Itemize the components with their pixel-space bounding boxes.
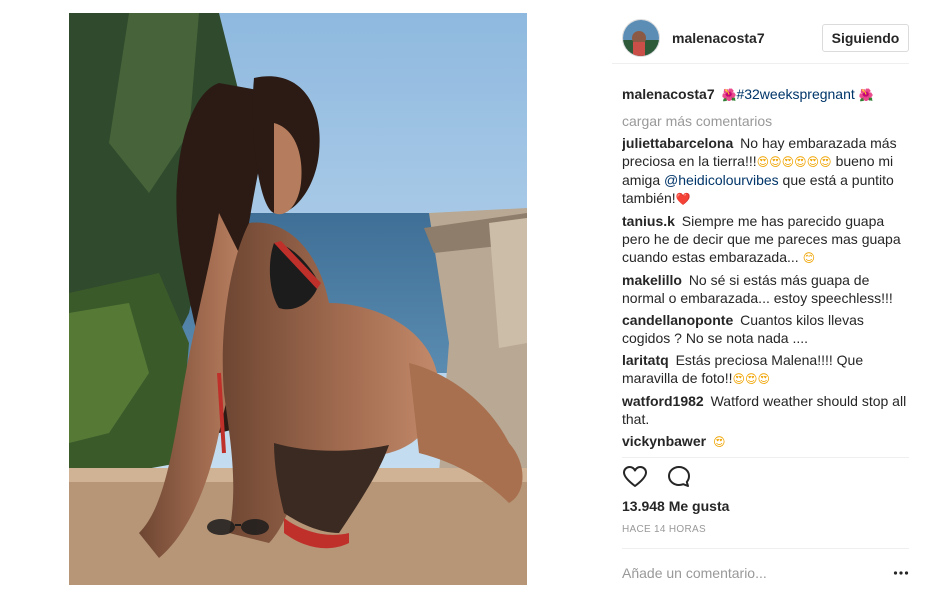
heart-icon[interactable] [622, 464, 648, 490]
post-sidebar: malenacosta7 Siguiendo malenacosta7 🌺#32… [612, 0, 909, 595]
hashtag-link[interactable]: #32weekspregnant [736, 86, 854, 102]
post-actions [622, 464, 706, 492]
comment-username[interactable]: juliettabarcelona [622, 135, 733, 151]
comment-item: vickynbawer 😍 [622, 432, 909, 451]
smiling-emoji-icon: 😊 [802, 251, 816, 265]
hibiscus-emoji-icon: 🌺 [721, 88, 737, 102]
comment-item: candellanoponte Cuantos kilos llevas cog… [622, 311, 909, 347]
comment-item: watford1982 Watford weather should stop … [622, 392, 909, 428]
comment-item: makelillo No sé si estás más guapa de no… [622, 271, 909, 307]
comment-item: juliettabarcelona No hay embarazada más … [622, 134, 909, 208]
post-header: malenacosta7 Siguiendo [612, 12, 909, 64]
divider [622, 457, 909, 458]
post-timestamp[interactable]: HACE 14 HORAS [622, 524, 706, 535]
comment-item: tanius.k Siempre me has parecido guapa p… [622, 212, 909, 267]
more-options-icon[interactable] [893, 565, 909, 581]
hibiscus-emoji-icon: 🌺 [858, 88, 874, 102]
comment-username[interactable]: vickynbawer [622, 433, 706, 449]
divider [622, 548, 909, 549]
mention-link[interactable]: @heidicolourvibes [664, 172, 779, 188]
comment-username[interactable]: watford1982 [622, 393, 704, 409]
heart-eyes-emoji-icon: 😍😍😍😍😍😍 [756, 155, 832, 169]
heart-eyes-emoji-icon: 😍😍😍 [732, 372, 771, 386]
add-comment-input[interactable] [622, 562, 882, 584]
post-author-username[interactable]: malenacosta7 [672, 30, 765, 46]
likes-count[interactable]: 13.948 Me gusta [622, 498, 729, 514]
comment-item: laritatq Estás preciosa Malena!!!! Que m… [622, 351, 909, 388]
comments-list[interactable]: malenacosta7 🌺#32weekspregnant 🌺 cargar … [622, 85, 909, 457]
avatar[interactable] [622, 19, 660, 57]
post-caption: malenacosta7 🌺#32weekspregnant 🌺 [622, 85, 909, 104]
comment-icon[interactable] [666, 464, 692, 490]
following-button[interactable]: Siguiendo [822, 24, 909, 52]
comment-username[interactable]: tanius.k [622, 213, 675, 229]
red-heart-emoji-icon: ❤️ [675, 192, 691, 206]
caption-username[interactable]: malenacosta7 [622, 86, 715, 102]
load-more-comments-link[interactable]: cargar más comentarios [622, 112, 909, 130]
comment-username[interactable]: candellanoponte [622, 312, 733, 328]
heart-eyes-emoji-icon: 😍 [712, 435, 726, 449]
comment-username[interactable]: laritatq [622, 352, 669, 368]
post-photo[interactable] [69, 13, 527, 585]
comment-username[interactable]: makelillo [622, 272, 682, 288]
